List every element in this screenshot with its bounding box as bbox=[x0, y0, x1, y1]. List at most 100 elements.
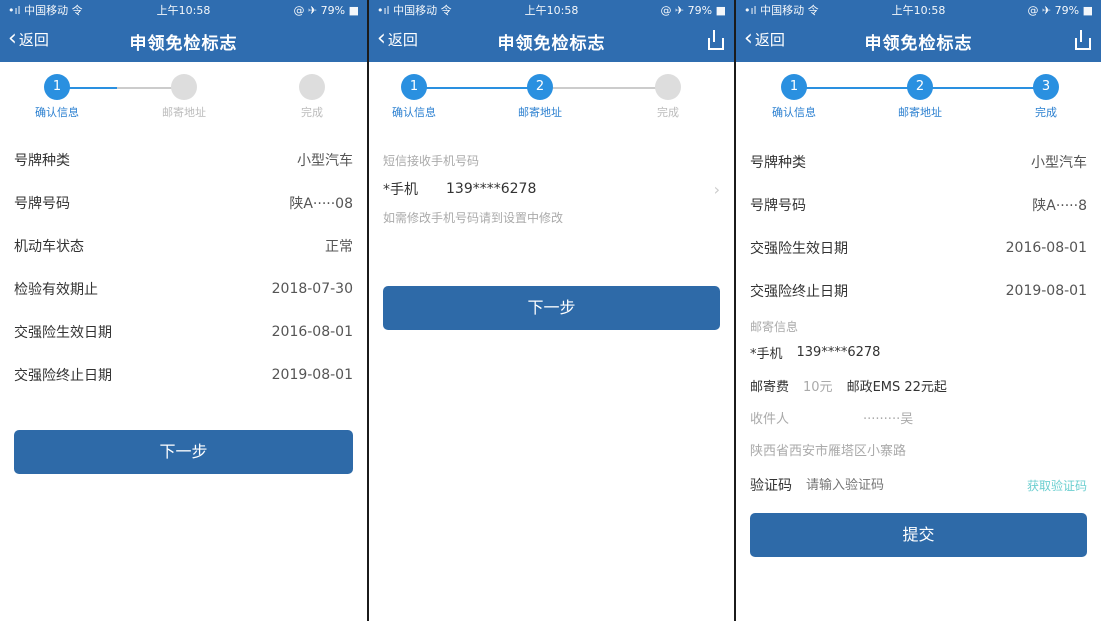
phone-value: 139****6278 bbox=[796, 344, 881, 360]
info-row: 号牌种类 小型汽车 bbox=[0, 138, 367, 181]
share-icon[interactable] bbox=[706, 30, 724, 50]
step-label: 完成 bbox=[301, 106, 323, 119]
step-3: 完成 bbox=[267, 74, 357, 120]
phone-row[interactable]: *手机 139****6278 › bbox=[369, 169, 734, 209]
address-row[interactable]: 陕西省西安市雁塔区小寨路 bbox=[736, 433, 1101, 465]
step-dot: 3 bbox=[1033, 74, 1059, 100]
status-right: @ ✈ 79% ■ bbox=[660, 3, 726, 17]
nav-bar: ‹ 返回 申领免检标志 bbox=[736, 20, 1101, 62]
row-value: 陕A·····08 bbox=[289, 195, 353, 212]
step-1: 1 确认信息 bbox=[12, 74, 102, 120]
row-value: 2016-08-01 bbox=[1005, 239, 1087, 256]
row-value: 2016-08-01 bbox=[271, 323, 353, 340]
step-label: 完成 bbox=[1035, 106, 1057, 119]
step-dot bbox=[299, 74, 325, 100]
next-button[interactable]: 下一步 bbox=[14, 430, 353, 474]
verify-label: 验证码 bbox=[750, 478, 792, 494]
row-label: 号牌种类 bbox=[14, 152, 70, 169]
row-value: 小型汽车 bbox=[1031, 154, 1087, 171]
get-code-button[interactable]: 获取验证码 bbox=[1027, 477, 1087, 494]
submit-button[interactable]: 提交 bbox=[750, 513, 1087, 557]
carrier: •ıl 中国移动 令 bbox=[8, 4, 83, 17]
address-text: 陕西省西安市雁塔区小寨路 bbox=[750, 443, 907, 459]
step-dot bbox=[171, 74, 197, 100]
back-button[interactable]: ‹ 返回 bbox=[744, 28, 785, 50]
screens: •ıl 中国移动 令 上午10:58 @ ✈ 79% ■ ‹ 返回 申领免检标志… bbox=[0, 0, 1102, 621]
info-list: 号牌种类 小型汽车 号牌号码 陕A·····08 机动车状态 正常 检验有效期止… bbox=[0, 138, 367, 396]
hint-text: 如需修改手机号码请到设置中修改 bbox=[383, 211, 564, 225]
info-row: 号牌号码 陕A·····08 bbox=[0, 181, 367, 224]
info-row: 检验有效期止 2018-07-30 bbox=[0, 267, 367, 310]
step-dot: 2 bbox=[527, 74, 553, 100]
step-label: 邮寄地址 bbox=[518, 106, 562, 119]
nav-bar: ‹ 返回 申领免检标志 bbox=[0, 20, 367, 62]
step-dot bbox=[655, 74, 681, 100]
step-label: 邮寄地址 bbox=[898, 106, 942, 119]
row-label: 号牌号码 bbox=[14, 195, 70, 212]
stepper: 1 确认信息 邮寄地址 完成 bbox=[0, 62, 367, 132]
step-label: 确认信息 bbox=[772, 106, 816, 119]
step-label: 邮寄地址 bbox=[162, 106, 206, 119]
page-title: 申领免检标志 bbox=[497, 33, 606, 54]
row-label: 机动车状态 bbox=[14, 238, 84, 255]
header: •ıl 中国移动 令 上午10:58 @ ✈ 79% ■ ‹ 返回 申领免检标志 bbox=[369, 0, 734, 62]
row-label: 交强险终止日期 bbox=[750, 283, 848, 300]
page-title: 申领免检标志 bbox=[129, 33, 238, 54]
row-label: 交强险生效日期 bbox=[750, 240, 848, 257]
info-row: 号牌号码 陕A·····8 bbox=[736, 183, 1101, 226]
back-label: 返回 bbox=[387, 30, 418, 49]
back-button[interactable]: ‹ 返回 bbox=[377, 28, 418, 50]
row-value: 陕A·····8 bbox=[1032, 197, 1087, 214]
step-dot: 1 bbox=[401, 74, 427, 100]
step-1: 1 确认信息 bbox=[369, 74, 459, 120]
status-bar: •ıl 中国移动 令 上午10:58 @ ✈ 79% ■ bbox=[736, 0, 1101, 20]
row-value: 2018-07-30 bbox=[271, 280, 353, 297]
phone-screen-2: •ıl 中国移动 令 上午10:58 @ ✈ 79% ■ ‹ 返回 申领免检标志… bbox=[367, 0, 734, 621]
phone-value: 139****6278 bbox=[446, 181, 537, 197]
header: •ıl 中国移动 令 上午10:58 @ ✈ 79% ■ ‹ 返回 申领免检标志 bbox=[0, 0, 367, 62]
stepper: 1 确认信息 2 邮寄地址 3 完成 bbox=[736, 62, 1101, 132]
info-row: 交强险终止日期 2019-08-01 bbox=[0, 353, 367, 396]
back-label: 返回 bbox=[18, 30, 49, 49]
status-bar: •ıl 中国移动 令 上午10:58 @ ✈ 79% ■ bbox=[0, 0, 367, 20]
chevron-left-icon: ‹ bbox=[377, 26, 386, 51]
section-title: 邮寄信息 bbox=[750, 320, 799, 334]
header: •ıl 中国移动 令 上午10:58 @ ✈ 79% ■ ‹ 返回 申领免检标志 bbox=[736, 0, 1101, 62]
verify-row: 验证码 获取验证码 bbox=[736, 465, 1101, 505]
stepper: 1 确认信息 2 邮寄地址 完成 bbox=[369, 62, 734, 132]
fee-value: 10元 bbox=[803, 379, 833, 395]
recipient-row[interactable]: 收件人 ·········吴 bbox=[736, 401, 1101, 433]
phone-label: *手机 bbox=[383, 182, 418, 198]
chevron-right-icon: › bbox=[713, 179, 720, 199]
step-2: 2 邮寄地址 bbox=[495, 74, 585, 120]
row-label: 检验有效期止 bbox=[14, 281, 98, 298]
row-label: 交强险终止日期 bbox=[14, 367, 112, 384]
back-button[interactable]: ‹ 返回 bbox=[8, 28, 49, 50]
row-label: 号牌种类 bbox=[750, 154, 806, 171]
info-row: 号牌种类 小型汽车 bbox=[736, 140, 1101, 183]
back-label: 返回 bbox=[754, 30, 785, 49]
step-3: 完成 bbox=[623, 74, 713, 120]
info-row: 交强险生效日期 2016-08-01 bbox=[736, 226, 1101, 269]
status-right: @ ✈ 79% ■ bbox=[293, 3, 359, 17]
carrier: •ıl 中国移动 令 bbox=[377, 4, 452, 17]
step-label: 完成 bbox=[657, 106, 679, 119]
next-button[interactable]: 下一步 bbox=[383, 286, 720, 330]
page-title: 申领免检标志 bbox=[864, 33, 973, 54]
nav-bar: ‹ 返回 申领免检标志 bbox=[369, 20, 734, 62]
step-label: 确认信息 bbox=[392, 106, 436, 119]
section-title: 短信接收手机号码 bbox=[383, 154, 480, 168]
chevron-left-icon: ‹ bbox=[744, 26, 753, 51]
info-row: 交强险生效日期 2016-08-01 bbox=[0, 310, 367, 353]
step-2: 邮寄地址 bbox=[139, 74, 229, 120]
recipient-label: 收件人 bbox=[750, 411, 790, 427]
verify-code-input[interactable] bbox=[806, 477, 956, 493]
step-dot: 1 bbox=[44, 74, 70, 100]
row-value: 2019-08-01 bbox=[271, 366, 353, 383]
share-icon[interactable] bbox=[1073, 30, 1091, 50]
step-label: 确认信息 bbox=[35, 106, 79, 119]
info-row: 交强险终止日期 2019-08-01 bbox=[736, 269, 1101, 312]
chevron-left-icon: ‹ bbox=[8, 26, 17, 51]
step-1: 1 确认信息 bbox=[749, 74, 839, 120]
fee-row: 邮寄费 10元 邮政EMS 22元起 bbox=[736, 369, 1101, 401]
